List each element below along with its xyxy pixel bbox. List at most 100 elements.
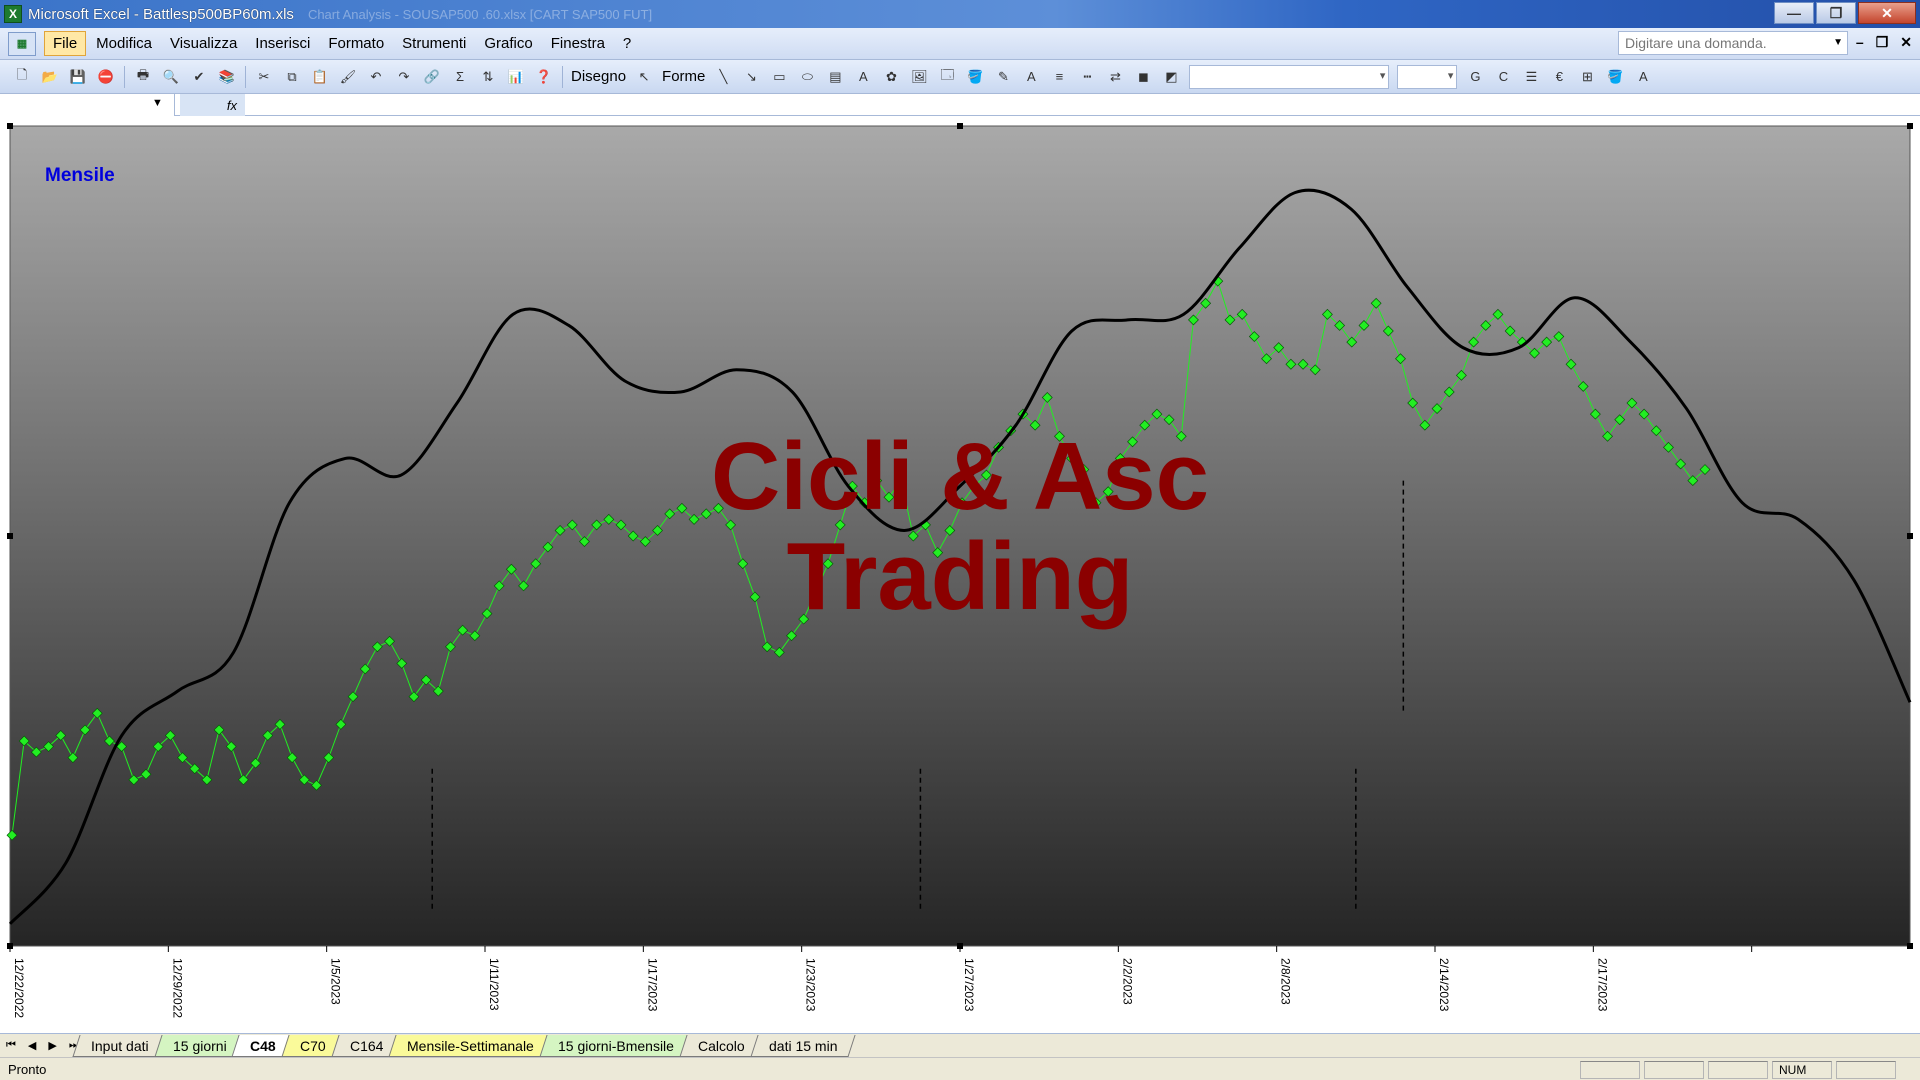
menu-finestra[interactable]: Finestra bbox=[543, 32, 613, 55]
font-size-select[interactable] bbox=[1397, 64, 1458, 89]
font-name-select[interactable] bbox=[1189, 64, 1390, 89]
resize-handle[interactable] bbox=[1907, 123, 1913, 129]
line-color-icon[interactable]: ✎ bbox=[992, 66, 1014, 88]
rectangle-tool-icon[interactable]: ▭ bbox=[768, 66, 790, 88]
resize-handle[interactable] bbox=[1907, 533, 1913, 539]
open-folder-icon[interactable]: 📂 bbox=[39, 66, 61, 88]
autoshapes-menu[interactable]: Forme bbox=[662, 68, 705, 85]
chevron-down-icon[interactable]: ▼ bbox=[152, 97, 163, 109]
3d-style-icon[interactable]: ◩ bbox=[1160, 66, 1182, 88]
sort-icon[interactable]: ⇅ bbox=[477, 66, 499, 88]
permission-icon[interactable]: ⛔ bbox=[95, 66, 117, 88]
x-tick-label: 2/14/2023 bbox=[1437, 958, 1451, 1012]
drawing-menu[interactable]: Disegno bbox=[571, 68, 626, 85]
euro-button[interactable]: € bbox=[1548, 66, 1570, 88]
fx-icon[interactable]: fx bbox=[180, 94, 245, 116]
align-icon[interactable]: ☰ bbox=[1520, 66, 1542, 88]
save-icon[interactable]: 💾 bbox=[67, 66, 89, 88]
toolbar-divider bbox=[562, 65, 563, 88]
status-ready: Pronto bbox=[8, 1061, 47, 1077]
doc-restore-button[interactable]: ❐ bbox=[1876, 34, 1889, 51]
first-sheet-icon[interactable]: ⏮ bbox=[6, 1039, 16, 1052]
cycle-chart[interactable]: Mensile Cicli & Asc Trading 12/22/2022 12… bbox=[0, 116, 1920, 1036]
dash-style-icon[interactable]: ┅ bbox=[1076, 66, 1098, 88]
prev-sheet-icon[interactable]: ◀ bbox=[28, 1039, 36, 1052]
formula-bar: ▼ fx bbox=[0, 94, 1920, 116]
print-preview-icon[interactable]: 🔍 bbox=[160, 66, 182, 88]
sheet-tab[interactable]: 15 giorni-Bmensile bbox=[539, 1034, 693, 1057]
menu-modifica[interactable]: Modifica bbox=[88, 32, 160, 55]
menu-help[interactable]: ? bbox=[615, 32, 639, 55]
window-title: Microsoft Excel - Battlesp500BP60m.xls bbox=[28, 5, 294, 23]
font-color-icon[interactable]: A bbox=[1632, 66, 1654, 88]
resize-handle[interactable] bbox=[7, 533, 13, 539]
x-tick-label: 1/5/2023 bbox=[329, 958, 343, 1005]
undo-icon[interactable]: ↶ bbox=[365, 66, 387, 88]
resize-handle[interactable] bbox=[7, 123, 13, 129]
arrow-style-icon[interactable]: ⇄ bbox=[1104, 66, 1126, 88]
autosum-icon[interactable]: Σ bbox=[449, 66, 471, 88]
resize-handle[interactable] bbox=[1907, 943, 1913, 949]
textbox-tool-icon[interactable]: ▤ bbox=[824, 66, 846, 88]
sheet-tab[interactable]: Input dati bbox=[72, 1034, 168, 1057]
restore-button[interactable]: ❐ bbox=[1816, 2, 1856, 24]
menu-grafico[interactable]: Grafico bbox=[476, 32, 540, 55]
hyperlink-icon[interactable]: 🔗 bbox=[421, 66, 443, 88]
insert-picture-icon[interactable]: 🗔 bbox=[936, 66, 958, 88]
copy-icon[interactable]: ⧉ bbox=[281, 66, 303, 88]
oval-tool-icon[interactable]: ⬭ bbox=[796, 66, 818, 88]
cut-icon[interactable]: ✂ bbox=[253, 66, 275, 88]
menu-strumenti[interactable]: Strumenti bbox=[394, 32, 474, 55]
menu-visualizza[interactable]: Visualizza bbox=[162, 32, 245, 55]
line-style-icon[interactable]: ≡ bbox=[1048, 66, 1070, 88]
wordart-icon[interactable]: A bbox=[852, 66, 874, 88]
x-tick-label: 12/22/2022 bbox=[12, 958, 26, 1018]
sheet-tab-label: dati 15 min bbox=[768, 1037, 838, 1054]
menu-inserisci[interactable]: Inserisci bbox=[247, 32, 318, 55]
italic-button[interactable]: C bbox=[1492, 66, 1514, 88]
next-sheet-icon[interactable]: ▶ bbox=[48, 1039, 56, 1052]
research-icon[interactable]: 📚 bbox=[216, 66, 238, 88]
name-box[interactable] bbox=[0, 94, 175, 116]
paste-icon[interactable]: 📋 bbox=[309, 66, 331, 88]
doc-close-button[interactable]: ✕ bbox=[1900, 34, 1912, 51]
chevron-down-icon[interactable]: ▼ bbox=[1833, 37, 1843, 48]
arrow-tool-icon[interactable]: ↘ bbox=[740, 66, 762, 88]
standard-toolbar: 🗋 📂 💾 ⛔ 🖶 🔍 ✔ 📚 ✂ ⧉ 📋 🖌 ↶ ↷ 🔗 Σ ⇅ 📊 ❓ Di… bbox=[0, 60, 1920, 94]
clipart-icon[interactable]: 🖼 bbox=[908, 66, 930, 88]
sheet-tab-label: Input dati bbox=[91, 1037, 149, 1054]
font-color-icon[interactable]: A bbox=[1020, 66, 1042, 88]
close-button[interactable]: ✕ bbox=[1858, 2, 1916, 24]
excel-app-icon[interactable]: X bbox=[4, 5, 22, 23]
chart-wizard-icon[interactable]: 📊 bbox=[505, 66, 527, 88]
resize-handle[interactable] bbox=[957, 123, 963, 129]
background-window-title: Chart Analysis - SOUSAP500 .60.xlsx [CAR… bbox=[307, 6, 653, 22]
help-question-input[interactable]: Digitare una domanda. ▼ bbox=[1618, 31, 1848, 55]
sheet-tab[interactable]: dati 15 min bbox=[750, 1034, 856, 1057]
new-document-icon[interactable]: 🗋 bbox=[11, 66, 33, 88]
sheet-tab[interactable]: 15 giorni bbox=[154, 1034, 245, 1057]
chart-sheet[interactable]: Mensile Cicli & Asc Trading 12/22/2022 12… bbox=[0, 116, 1920, 1036]
x-tick-label: 12/29/2022 bbox=[170, 958, 184, 1018]
redo-icon[interactable]: ↷ bbox=[393, 66, 415, 88]
fill-color-icon[interactable]: 🪣 bbox=[964, 66, 986, 88]
select-objects-icon[interactable]: ↖ bbox=[633, 66, 655, 88]
chart-document-icon[interactable]: ▦ bbox=[8, 31, 36, 56]
shadow-style-icon[interactable]: ◼ bbox=[1132, 66, 1154, 88]
menu-formato[interactable]: Formato bbox=[320, 32, 392, 55]
fill-color-icon[interactable]: 🪣 bbox=[1604, 66, 1626, 88]
doc-minimize-button[interactable]: – bbox=[1856, 34, 1864, 51]
help-icon[interactable]: ❓ bbox=[533, 66, 555, 88]
status-cell bbox=[1580, 1061, 1640, 1079]
sheet-tab[interactable]: Mensile-Settimanale bbox=[388, 1034, 553, 1057]
minimize-button[interactable]: — bbox=[1774, 2, 1814, 24]
line-tool-icon[interactable]: ╲ bbox=[712, 66, 734, 88]
sheet-tab-label: C164 bbox=[349, 1037, 384, 1054]
print-icon[interactable]: 🖶 bbox=[132, 66, 154, 88]
bold-button[interactable]: G bbox=[1464, 66, 1486, 88]
diagram-icon[interactable]: ✿ bbox=[880, 66, 902, 88]
borders-icon[interactable]: ⊞ bbox=[1576, 66, 1598, 88]
format-painter-icon[interactable]: 🖌 bbox=[337, 66, 359, 88]
spelling-icon[interactable]: ✔ bbox=[188, 66, 210, 88]
menu-file[interactable]: File bbox=[44, 31, 87, 56]
